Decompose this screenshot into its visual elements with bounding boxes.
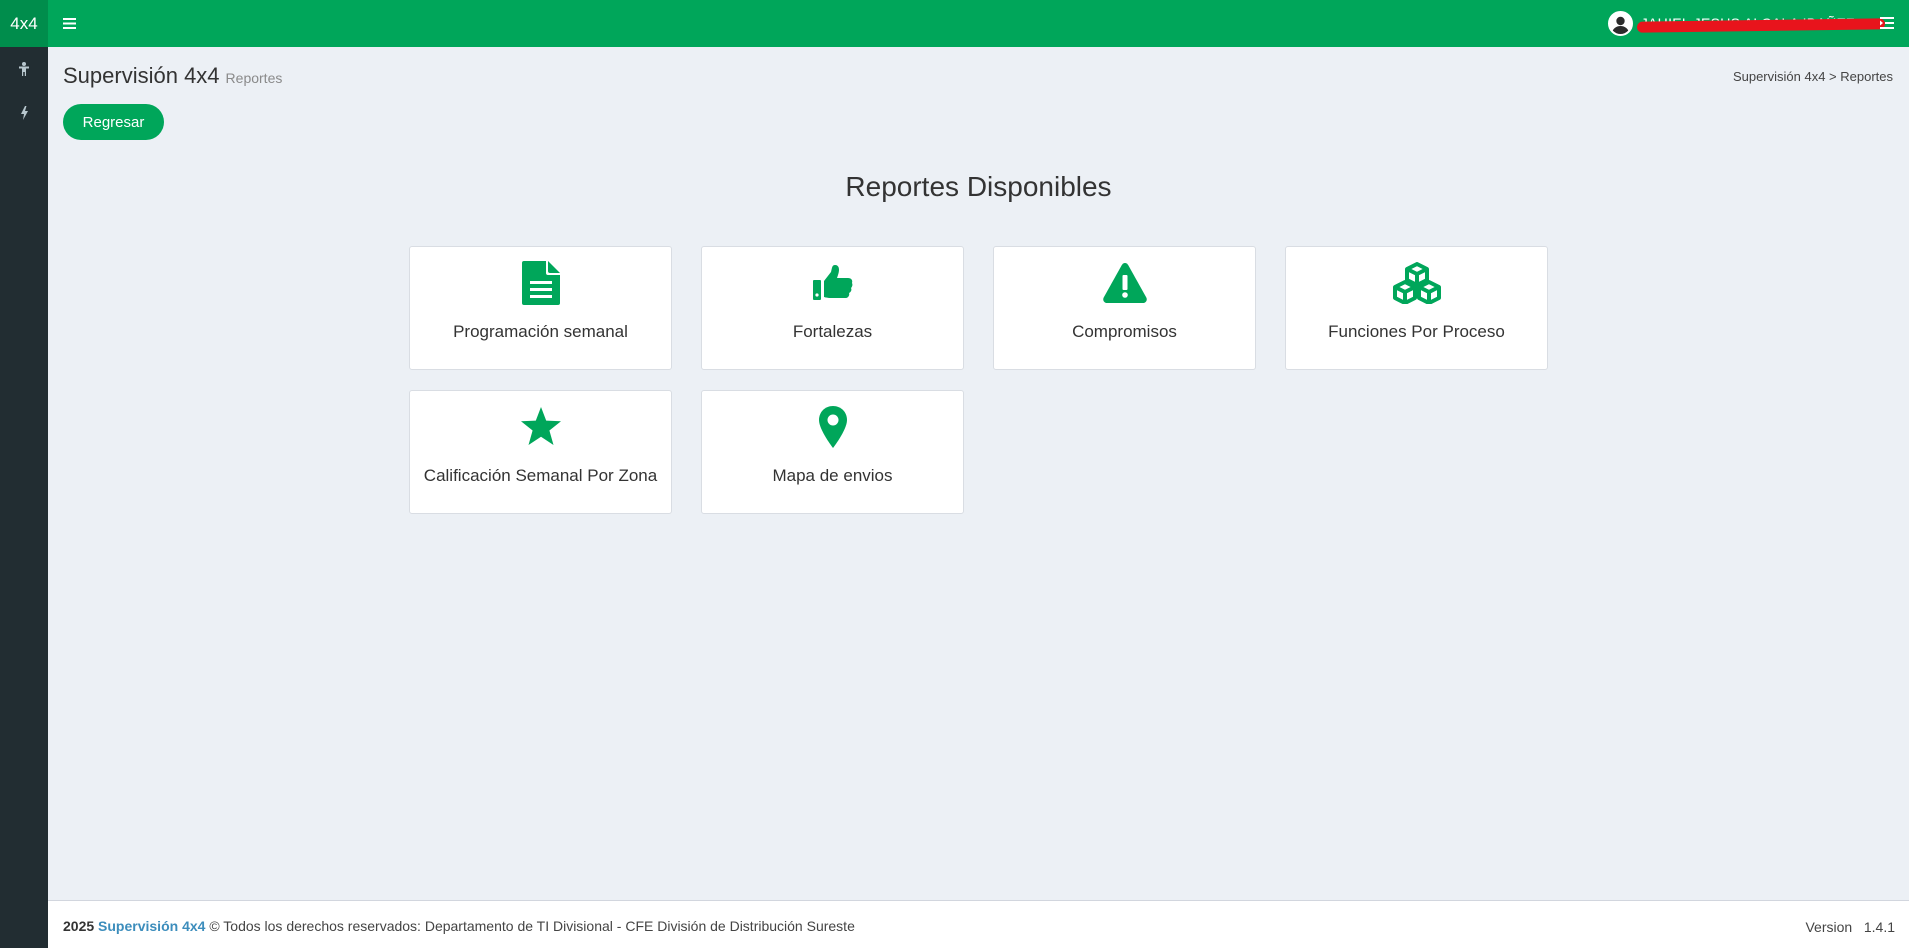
app-logo[interactable]: 4x4 (0, 0, 48, 47)
avatar (1607, 10, 1633, 36)
footer-year: 2025 (63, 918, 95, 934)
report-card-label: Funciones Por Proceso (1328, 322, 1505, 341)
report-card-programacion[interactable]: Programación semanal (409, 246, 672, 370)
footer-brand-link[interactable]: Supervisión 4x4 (98, 918, 205, 934)
report-card-label: Mapa de envios (772, 466, 893, 485)
top-navbar: 4x4 JAHIEL JESUS ALCALA IBAÑEZ (0, 0, 1909, 47)
footer-version: Version 1.4.1 (1805, 919, 1895, 935)
warning-icon (1095, 261, 1155, 305)
footer-copyright: 2025 Supervisión 4x4 © Todos los derecho… (63, 918, 855, 934)
thumbs-up-icon (803, 261, 863, 305)
footer-rights: © Todos los derechos reservados: Departa… (209, 918, 855, 934)
report-card-label: Calificación Semanal Por Zona (423, 466, 658, 485)
control-sidebar-icon[interactable] (1875, 12, 1899, 34)
version-number: 1.4.1 (1863, 919, 1895, 935)
breadcrumb[interactable]: Supervisión 4x4 > Reportes (1733, 69, 1893, 84)
cubes-icon (1387, 261, 1447, 305)
report-card-funciones[interactable]: Funciones Por Proceso (1285, 246, 1548, 370)
page-title: Supervisión 4x4 Reportes (63, 63, 283, 88)
bolt-icon[interactable] (12, 101, 36, 125)
report-card-fortalezas[interactable]: Fortalezas (701, 246, 964, 370)
report-card-mapa[interactable]: Mapa de envios (701, 390, 964, 514)
document-icon (511, 261, 571, 305)
page-subtitle: Reportes (225, 70, 283, 86)
section-title: Reportes Disponibles (845, 171, 1112, 202)
star-icon (511, 405, 571, 449)
map-marker-icon (803, 405, 863, 449)
footer: 2025 Supervisión 4x4 © Todos los derecho… (48, 900, 1909, 948)
menu-toggle-icon[interactable] (58, 12, 80, 34)
report-card-label: Programación semanal (453, 322, 628, 341)
version-label: Version (1805, 919, 1853, 935)
back-button[interactable]: Regresar (63, 104, 164, 140)
user-name: JAHIEL JESUS ALCALA IBAÑEZ (1636, 15, 1885, 33)
report-card-compromisos[interactable]: Compromisos (993, 246, 1256, 370)
main-content: Supervisión 4x4 Reportes Supervisión 4x4 … (48, 47, 1909, 900)
report-card-label: Compromisos (1072, 322, 1177, 341)
report-card-label: Fortalezas (792, 322, 873, 341)
sidebar (0, 47, 48, 948)
person-icon[interactable] (12, 57, 36, 81)
report-card-calificacion[interactable]: Calificación Semanal Por Zona (409, 390, 672, 514)
user-menu[interactable]: JAHIEL JESUS ALCALA IBAÑEZ (1607, 9, 1885, 37)
